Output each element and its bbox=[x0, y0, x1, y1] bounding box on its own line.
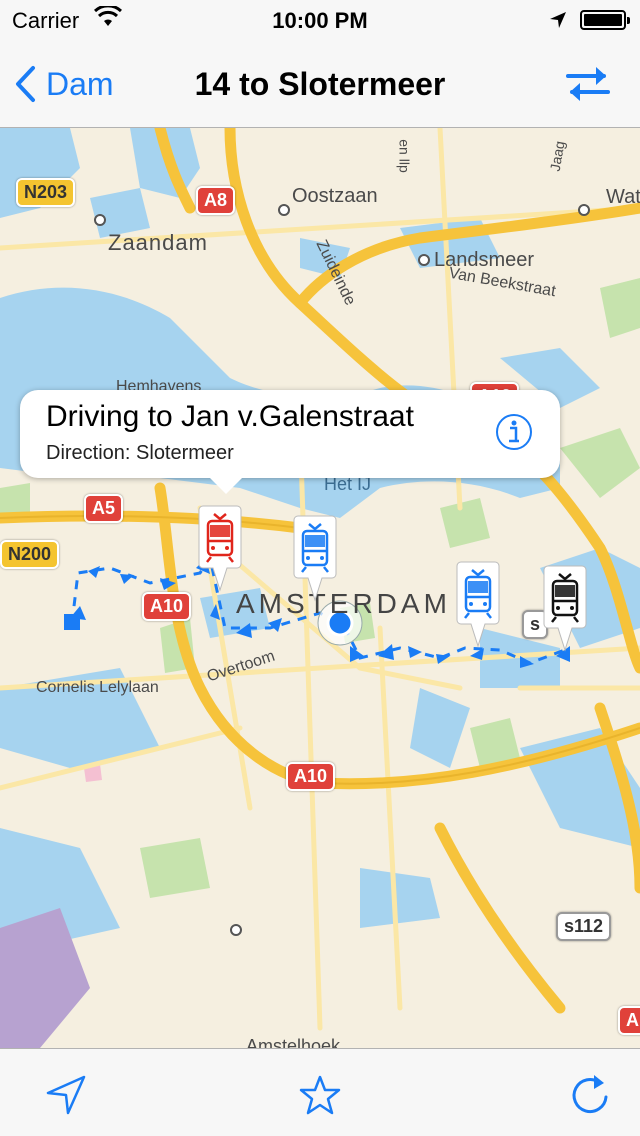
back-button[interactable]: Dam bbox=[14, 64, 114, 104]
shield-s112: s112 bbox=[556, 912, 612, 941]
map-label-en-lip: en llp bbox=[396, 139, 413, 173]
callout-subtitle: Direction: Slotermeer bbox=[46, 442, 234, 464]
shield-a-bottom: A bbox=[618, 1006, 640, 1035]
map-label-oostzaan: Oostzaan bbox=[292, 185, 378, 207]
map-label-cornelis-lelylaan: Cornelis Lelylaan bbox=[36, 679, 159, 696]
tram-icon bbox=[198, 505, 242, 592]
tram-icon bbox=[293, 515, 337, 602]
callout-title: Driving to Jan v.Galenstraat bbox=[46, 400, 414, 433]
navigation-bar: Dam 14 to Slotermeer bbox=[0, 40, 640, 128]
refresh-icon[interactable] bbox=[566, 1071, 614, 1119]
tram-pin-selected[interactable] bbox=[197, 504, 243, 592]
shield-n203: N203 bbox=[16, 178, 76, 207]
chevron-left-icon bbox=[16, 66, 35, 102]
shield-n200: N200 bbox=[0, 540, 60, 569]
shield-a8: A8 bbox=[196, 186, 236, 215]
map-view[interactable]: Zaandam Oostzaan Landsmeer Van Beekstraa… bbox=[0, 128, 640, 1048]
shield-a10-west: A10 bbox=[142, 592, 192, 621]
tram-icon bbox=[543, 565, 587, 652]
swap-direction-icon[interactable] bbox=[562, 64, 614, 104]
vehicle-callout[interactable]: Driving to Jan v.Galenstraat Direction: … bbox=[20, 390, 560, 494]
map-label-water: Water bbox=[606, 186, 640, 208]
status-time: 10:00 PM bbox=[272, 8, 368, 33]
star-icon[interactable] bbox=[296, 1071, 344, 1119]
location-services-icon bbox=[550, 12, 566, 28]
map-label-amstelhoek: Amstelhoek bbox=[246, 1036, 341, 1048]
tram-icon bbox=[456, 561, 500, 648]
map-label-zaandam: Zaandam bbox=[108, 230, 208, 255]
shield-a5: A5 bbox=[84, 494, 124, 523]
location-arrow-icon[interactable] bbox=[42, 1071, 90, 1119]
shield-a10-south: A10 bbox=[286, 762, 336, 791]
map-label-amsterdam: AMSTERDAM bbox=[236, 588, 451, 619]
battery-icon bbox=[580, 10, 630, 30]
back-button-label: Dam bbox=[46, 65, 114, 102]
info-icon[interactable] bbox=[494, 412, 534, 452]
callout-tail bbox=[208, 476, 244, 494]
tram-pin[interactable] bbox=[542, 564, 588, 652]
tram-pin[interactable] bbox=[455, 560, 501, 648]
bottom-toolbar bbox=[0, 1048, 640, 1136]
status-bar: Carrier 10:00 PM bbox=[0, 0, 640, 40]
tram-pin[interactable] bbox=[292, 514, 338, 602]
